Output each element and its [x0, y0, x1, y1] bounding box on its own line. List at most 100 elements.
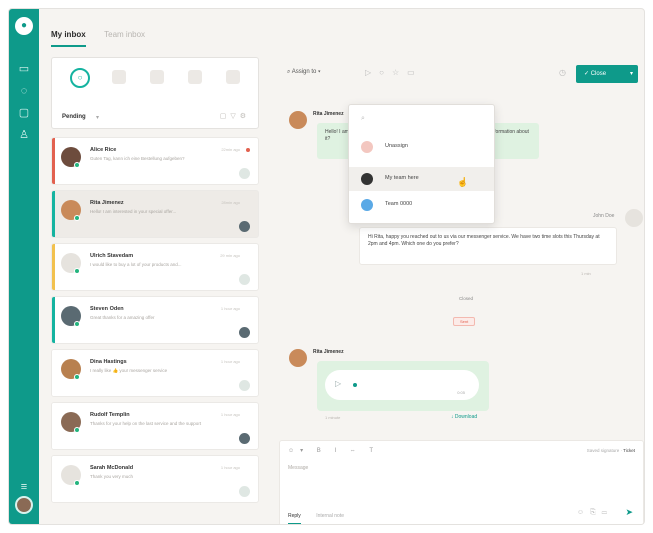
filter-option-icon[interactable]	[112, 70, 126, 84]
assign-button[interactable]: ⌕ Assign to ▾	[287, 69, 321, 76]
team-avatar-icon	[361, 173, 373, 185]
conversation-status-bar	[52, 403, 55, 449]
conversation-preview: Thank you very much	[90, 474, 134, 479]
filter-option-icon[interactable]	[150, 70, 164, 84]
avatar	[289, 111, 307, 129]
assignee-avatar	[239, 486, 250, 497]
toolbar-icons[interactable]: ▷○☆▭	[365, 68, 423, 77]
chevron-down-icon[interactable]: ▾	[630, 65, 633, 83]
tab-reply[interactable]: Reply	[288, 513, 301, 524]
conversation-time: 29 min ago	[220, 253, 240, 258]
online-indicator	[74, 480, 80, 486]
chevron-down-icon[interactable]: ▾	[96, 114, 99, 121]
contacts-icon[interactable]: ▢	[16, 105, 32, 121]
conversation-name: Sarah McDonald	[90, 465, 134, 471]
sidebar: ● ▭ ◌ ▢ ♙ ≡	[9, 9, 39, 524]
conversation-preview: I would like to buy a lot of your produc…	[90, 262, 182, 267]
chat-toolbar: ⌕ Assign to ▾ ▷○☆▭ ◷ ✓ Close ▾	[273, 57, 644, 91]
assign-option-team[interactable]: Team 0000	[349, 193, 494, 217]
message-meta: 1 min	[581, 271, 591, 276]
assign-option-my-team[interactable]: My team here ☝	[349, 167, 494, 191]
pending-filter-icon[interactable]: ○	[70, 68, 90, 88]
conversation-time: 1 hour ago	[220, 412, 240, 417]
play-icon[interactable]: ▷	[335, 379, 341, 388]
list-item[interactable]: Rudolf Templin Thanks for your help on th…	[51, 402, 259, 450]
conversation-time: 1 hour ago	[220, 465, 240, 470]
conversation-status-bar	[52, 138, 55, 184]
unread-indicator	[246, 148, 250, 152]
formatting-toolbar[interactable]: ☺▾ B I ⇔ T	[288, 447, 379, 454]
online-indicator	[74, 215, 80, 221]
filter-tool-icons[interactable]: ▢▽⚙	[220, 112, 250, 120]
online-indicator	[74, 427, 80, 433]
notification-icon[interactable]: ◷	[559, 68, 566, 77]
send-icon[interactable]: ➤	[625, 507, 633, 518]
signature-hint: Saved signature	[586, 448, 620, 453]
conversation-status-bar	[52, 350, 55, 396]
filter-card: ○ Pending ▾ ▢▽⚙	[51, 57, 259, 129]
close-label: Close	[590, 71, 607, 77]
audio-progress-dot[interactable]	[353, 383, 357, 387]
tab-team-inbox[interactable]: Team inbox	[104, 30, 145, 45]
chat-icon[interactable]: ◌	[16, 83, 32, 99]
logo-icon[interactable]: ●	[15, 17, 33, 35]
assignee-avatar	[239, 380, 250, 391]
online-indicator	[74, 268, 80, 274]
list-item[interactable]: Dina Hastings I really like 👍 your messen…	[51, 349, 259, 397]
conversation-status-bar	[52, 191, 55, 237]
search-icon[interactable]: ⌕	[361, 115, 365, 123]
download-link[interactable]: ↓ Download	[451, 414, 477, 420]
message-bubble: Hi Rita, happy you reached out to us via…	[359, 227, 617, 265]
message-author: Rita Jimenez	[313, 111, 344, 117]
list-item[interactable]: Sarah McDonald Thank you very much 1 hour …	[51, 455, 259, 503]
app-window: ● ▭ ◌ ▢ ♙ ≡ My inbox Team inbox ○ Pendin…	[8, 8, 645, 525]
list-item[interactable]: Alice Rice Guten Tag, kann ich eine Beste…	[51, 137, 259, 185]
inbox-tabs: My inbox Team inbox	[51, 24, 159, 47]
assign-option-unassign[interactable]: Unassign	[349, 135, 494, 159]
conversation-preview: Hello! I am interested in your special o…	[90, 209, 177, 214]
avatar	[289, 349, 307, 367]
assign-option-label: My team here	[385, 175, 419, 181]
audio-player: ▷ 0:05	[325, 370, 479, 400]
conversation-name: Dina Hastings	[90, 359, 127, 365]
list-item[interactable]: Steven Oden Great thanks for a amazing of…	[51, 296, 259, 344]
assign-option-label: Team 0000	[385, 201, 413, 207]
list-item[interactable]: Rita Jimenez Hello! I am interested in yo…	[51, 190, 259, 238]
inbox-icon[interactable]: ▭	[16, 61, 32, 77]
user-icon[interactable]: ♙	[16, 127, 32, 143]
assignee-avatar	[239, 433, 250, 444]
list-item[interactable]: Ulrich Stavedam I would like to buy a lot…	[51, 243, 259, 291]
audio-duration: 0:05	[457, 390, 465, 395]
online-indicator	[74, 162, 80, 168]
filter-option-icon[interactable]	[188, 70, 202, 84]
assign-option-label: Unassign	[385, 143, 408, 149]
conversation-name: Steven Oden	[90, 306, 124, 312]
composer-action-icons[interactable]: ☺⎘▭	[577, 509, 613, 517]
message-input[interactable]: Message	[288, 465, 308, 471]
message-author: Rita Jimenez	[313, 349, 344, 355]
online-indicator	[74, 374, 80, 380]
assignee-avatar	[239, 168, 250, 179]
conversation-time: 28min ago	[221, 200, 240, 205]
assign-dropdown: ⌕ Unassign My team here ☝ Team 0000	[348, 104, 495, 224]
status-filter-label[interactable]: Pending	[62, 114, 86, 120]
tab-my-inbox[interactable]: My inbox	[51, 30, 86, 47]
tab-internal-note[interactable]: Internal note	[316, 513, 344, 519]
filter-option-icon[interactable]	[226, 70, 240, 84]
conversation-preview: I really like 👍 your messenger service	[90, 368, 168, 373]
conversation-name: Rudolf Templin	[90, 412, 130, 418]
conversation-name: Ulrich Stavedam	[90, 253, 134, 259]
conversation-time: 22min ago	[221, 147, 240, 152]
message-composer: ☺▾ B I ⇔ T Saved signature · Ticket Mess…	[279, 440, 644, 524]
conversation-status-bar	[52, 244, 55, 290]
conversation-time: 1 hour ago	[220, 306, 240, 311]
avatar[interactable]	[15, 496, 33, 514]
status-badge: Sent	[453, 317, 476, 326]
composer-hints: Saved signature · Ticket	[586, 448, 635, 453]
online-indicator	[74, 321, 80, 327]
conversation-status-bar	[52, 456, 55, 502]
close-button[interactable]: ✓ Close ▾	[576, 65, 638, 83]
composer-tabs: Reply Internal note	[288, 513, 344, 524]
menu-icon[interactable]: ≡	[16, 479, 32, 495]
ticket-label[interactable]: Ticket	[623, 448, 635, 453]
